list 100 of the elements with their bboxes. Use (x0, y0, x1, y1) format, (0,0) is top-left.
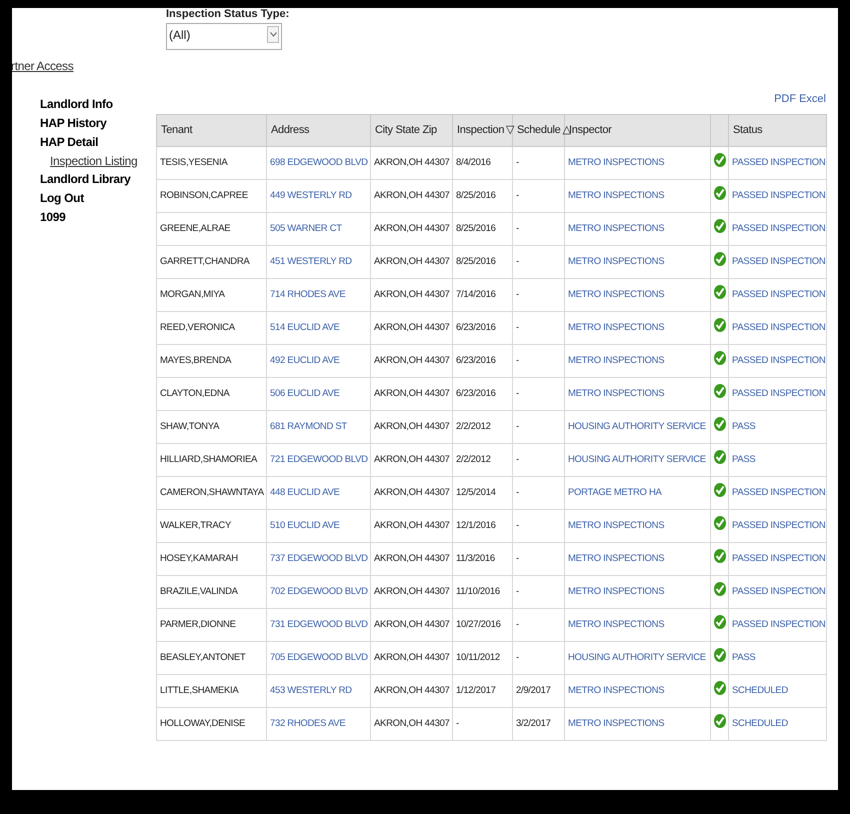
sidebar-item[interactable]: HAP Detail (40, 133, 154, 152)
column-header[interactable]: Address (271, 122, 310, 139)
table-cell-text: ROBINSON,CAPREE (160, 190, 249, 202)
sidebar-item[interactable]: Landlord Info (40, 95, 154, 114)
table-cell-text: PARMER,DIONNE (160, 619, 237, 631)
table-cell: AKRON,OH 44307 (374, 454, 449, 466)
table-cell-text: TESIS,YESENIA (160, 157, 229, 169)
table-cell-text: - (516, 157, 520, 169)
column-header[interactable]: Status (733, 122, 762, 139)
table-cell-text: 11/3/2016 (456, 553, 496, 565)
table-cell-text: - (516, 652, 520, 664)
table-cell: AKRON,OH 44307 (374, 520, 449, 532)
export-link[interactable]: Excel (799, 91, 826, 108)
table-cell-text: - (516, 421, 520, 433)
table-cell: AKRON,OH 44307 (374, 355, 449, 367)
sidebar-item[interactable]: Log Out (40, 189, 154, 208)
check-icon (714, 351, 726, 366)
filter-label: Inspection Status Type: (166, 8, 290, 21)
column-header[interactable]: Inspector (569, 122, 612, 139)
table-cell-text: 6/23/2016 (456, 322, 497, 334)
check-icon (714, 582, 726, 596)
table-cell: AKRON,OH 44307 (374, 487, 449, 499)
table-cell-text: - (516, 487, 520, 499)
table-cell: AKRON,OH 44307 (374, 586, 449, 598)
table-cell: AKRON,OH 44307 (374, 322, 449, 334)
status-type-dropdown[interactable]: (All) (166, 23, 282, 50)
table-cell-text: - (516, 388, 520, 400)
check-icon (714, 285, 726, 300)
table-cell-text: SHAW,TONYA (160, 421, 220, 433)
check-icon (714, 417, 726, 432)
table-cell-text: - (516, 223, 520, 235)
check-icon (714, 483, 726, 498)
table-cell: AKRON,OH 44307 (374, 190, 449, 202)
table-cell-text: BEASLEY,ANTONET (160, 652, 246, 664)
sidebar-item[interactable]: HAP History (40, 114, 154, 133)
table-cell-text: GARRETT,CHANDRA (160, 256, 251, 268)
sidebar-item[interactable]: 1099 (40, 208, 154, 227)
table-cell-text: REED,VERONICA (160, 322, 236, 334)
table-cell-text: WALKER,TRACY (160, 520, 232, 532)
table-cell-text: 6/23/2016 (456, 388, 497, 400)
table-cell: AKRON,OH 44307 (374, 718, 449, 730)
table-cell-text: BRAZILE,VALINDA (160, 586, 239, 598)
table-cell-text: - (516, 322, 520, 334)
table-cell: AKRON,OH 44307 (374, 652, 449, 664)
sort-indicator[interactable]: ▽ (506, 122, 514, 139)
table-cell-text: 10/27/2016 (456, 619, 502, 631)
table-cell-text: MAYES,BRENDA (160, 355, 232, 367)
table-cell-text: HILLIARD,SHAMORIEA (160, 454, 258, 466)
table-cell: CAMERON,SHAWNTAYA (160, 487, 263, 499)
table-cell-text: 6/23/2016 (456, 355, 497, 367)
table-cell-text: - (516, 619, 520, 631)
check-icon (714, 318, 726, 332)
table-cell-text: - (516, 454, 520, 466)
table-cell-text: MORGAN,MIYA (160, 289, 226, 301)
table-cell: AKRON,OH 44307 (374, 619, 449, 631)
table-cell: AKRON,OH 44307 (374, 685, 449, 697)
table-cell-text: 8/25/2016 (456, 190, 497, 202)
table-cell-text: LITTLE,SHAMEKIA (160, 685, 240, 697)
table-cell-text: GREENE,ALRAE (160, 223, 232, 235)
table-cell: AKRON,OH 44307 (374, 223, 449, 235)
table-cell: AKRON,OH 44307 (374, 289, 449, 301)
check-icon (714, 615, 726, 630)
check-icon (714, 681, 726, 696)
table-cell-text: 10/11/2012 (456, 652, 501, 664)
table-cell: AKRON,OH 44307 (374, 388, 449, 400)
check-icon (714, 648, 726, 662)
table-cell-text: - (456, 718, 460, 730)
check-icon (714, 186, 726, 200)
table-cell-text: 7/14/2016 (456, 289, 497, 301)
table-cell-text: 3/2/2017 (516, 718, 552, 730)
check-icon (714, 516, 726, 530)
table-cell: AKRON,OH 44307 (374, 553, 449, 565)
check-icon (714, 450, 726, 464)
table-cell-text: 12/5/2014 (456, 487, 497, 499)
sort-indicator[interactable]: △ (562, 122, 570, 139)
table-cell-text: - (516, 190, 520, 202)
table-cell: AKRON,OH 44307 (374, 157, 449, 169)
table-cell-text: 11/10/2016 (456, 586, 501, 598)
table-cell-text: - (516, 520, 520, 532)
check-icon (714, 384, 726, 398)
table-cell-text: 1/12/2017 (456, 685, 497, 697)
table-cell-text: 2/9/2017 (516, 685, 552, 697)
caret-icon (267, 26, 279, 43)
table-cell-text: 2/2/2012 (456, 421, 492, 433)
table-cell-text: - (516, 256, 520, 268)
table-cell-text: HOSEY,KAMARAH (160, 553, 239, 565)
table-cell-text: - (516, 355, 520, 367)
check-icon (714, 219, 726, 234)
export-link[interactable]: PDF (774, 91, 796, 108)
column-header[interactable]: Tenant (161, 122, 192, 139)
table-cell-text: - (516, 586, 520, 598)
table-cell: AKRON,OH 44307 (374, 421, 449, 433)
partner-access-link[interactable]: rtner Access (12, 57, 154, 75)
table-cell-text: 8/25/2016 (456, 256, 497, 268)
sidebar-item[interactable]: Landlord Library (40, 170, 154, 189)
sidebar-item[interactable]: Inspection Listing (50, 152, 154, 170)
dropdown-value: (All) (168, 27, 192, 44)
table-cell-text: 8/4/2016 (456, 157, 492, 169)
table-cell-text: 8/25/2016 (456, 223, 497, 235)
table-cell-text: - (516, 289, 520, 301)
